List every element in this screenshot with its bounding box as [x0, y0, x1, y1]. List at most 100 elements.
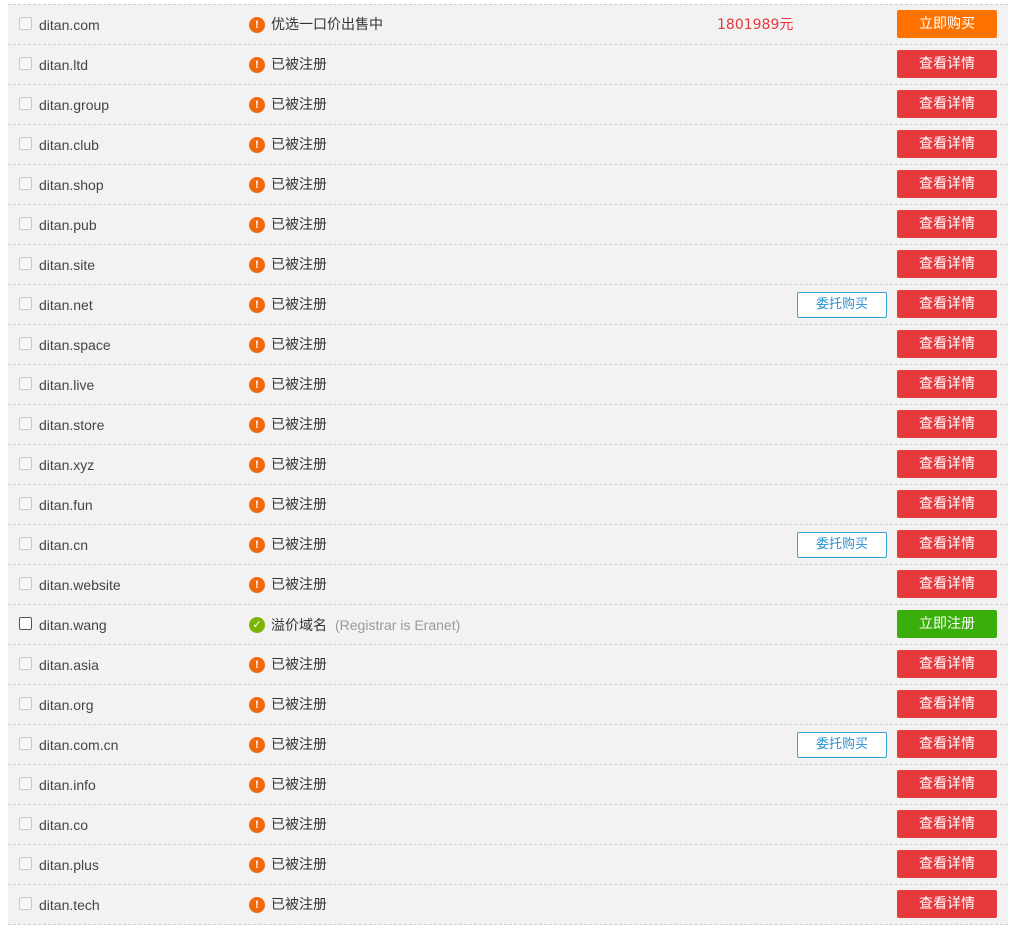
domain-name: ditan.group	[39, 97, 110, 113]
view-details-button[interactable]: 查看详情	[897, 370, 997, 398]
view-details-button[interactable]: 查看详情	[897, 890, 997, 918]
domain-name: ditan.site	[39, 257, 96, 273]
exclamation-icon: !	[249, 737, 265, 753]
select-checkbox[interactable]	[19, 857, 32, 870]
view-details-button[interactable]: 查看详情	[897, 810, 997, 838]
status-text: 已被注册	[271, 496, 327, 514]
select-checkbox[interactable]	[19, 257, 32, 270]
domain-result-list: ditan.com ! 优选一口价出售中 1801989元 立即购买 ditan…	[8, 4, 1008, 925]
domain-name: ditan.info	[39, 777, 96, 793]
status-text: 已被注册	[271, 536, 327, 554]
view-details-button[interactable]: 查看详情	[897, 730, 997, 758]
consign-buy-button[interactable]: 委托购买	[797, 292, 887, 318]
view-details-button[interactable]: 查看详情	[897, 650, 997, 678]
select-checkbox[interactable]	[19, 97, 32, 110]
select-checkbox[interactable]	[19, 57, 32, 70]
select-checkbox[interactable]	[19, 377, 32, 390]
view-details-button[interactable]: 查看详情	[897, 50, 997, 78]
domain-name: ditan.club	[39, 137, 99, 153]
domain-name: ditan.shop	[39, 177, 104, 193]
select-checkbox[interactable]	[19, 697, 32, 710]
domain-name: ditan.fun	[39, 497, 93, 513]
domain-row: ditan.com ! 优选一口价出售中 1801989元 立即购买	[8, 5, 1008, 45]
select-checkbox[interactable]	[19, 17, 32, 30]
view-details-button[interactable]: 查看详情	[897, 450, 997, 478]
select-checkbox[interactable]	[19, 337, 32, 350]
buy-now-button[interactable]: 立即购买	[897, 10, 997, 38]
status-label: 溢价域名	[271, 618, 327, 634]
domain-row: ditan.space ! 已被注册 查看详情	[8, 325, 1008, 365]
status-text: 已被注册	[271, 376, 327, 394]
exclamation-icon: !	[249, 417, 265, 433]
domain-row: ditan.org ! 已被注册 查看详情	[8, 685, 1008, 725]
status-label: 已被注册	[271, 857, 327, 873]
status-label: 已被注册	[271, 457, 327, 473]
select-checkbox[interactable]	[19, 817, 32, 830]
domain-name: ditan.space	[39, 337, 111, 353]
view-details-button[interactable]: 查看详情	[897, 530, 997, 558]
exclamation-icon: !	[249, 817, 265, 833]
select-checkbox[interactable]	[19, 537, 32, 550]
price-label: 1801989元	[717, 17, 794, 33]
exclamation-icon: !	[249, 217, 265, 233]
status-label: 已被注册	[271, 577, 327, 593]
status-text: 已被注册	[271, 576, 327, 594]
view-details-button[interactable]: 查看详情	[897, 770, 997, 798]
status-label: 已被注册	[271, 297, 327, 313]
status-text: 已被注册	[271, 336, 327, 354]
select-checkbox[interactable]	[19, 457, 32, 470]
view-details-button[interactable]: 查看详情	[897, 850, 997, 878]
status-text: 已被注册	[271, 896, 327, 914]
domain-name: ditan.com	[39, 17, 100, 33]
domain-name: ditan.co	[39, 817, 89, 833]
view-details-button[interactable]: 查看详情	[897, 250, 997, 278]
domain-name: ditan.plus	[39, 857, 99, 873]
select-checkbox[interactable]	[19, 737, 32, 750]
select-checkbox[interactable]	[19, 657, 32, 670]
domain-row: ditan.com.cn ! 已被注册 委托购买 查看详情	[8, 725, 1008, 765]
status-text: 已被注册	[271, 56, 327, 74]
select-checkbox[interactable]	[19, 897, 32, 910]
select-checkbox[interactable]	[19, 217, 32, 230]
select-checkbox[interactable]	[19, 497, 32, 510]
consign-buy-button[interactable]: 委托购买	[797, 732, 887, 758]
status-label: 已被注册	[271, 257, 327, 273]
view-details-button[interactable]: 查看详情	[897, 330, 997, 358]
domain-row: ditan.xyz ! 已被注册 查看详情	[8, 445, 1008, 485]
exclamation-icon: !	[249, 137, 265, 153]
status-label: 已被注册	[271, 417, 327, 433]
exclamation-icon: !	[249, 297, 265, 313]
domain-row: ditan.live ! 已被注册 查看详情	[8, 365, 1008, 405]
select-checkbox[interactable]	[19, 177, 32, 190]
select-checkbox[interactable]	[19, 577, 32, 590]
status-text: 已被注册	[271, 736, 327, 754]
domain-row: ditan.store ! 已被注册 查看详情	[8, 405, 1008, 445]
register-now-button[interactable]: 立即注册	[897, 610, 997, 638]
view-details-button[interactable]: 查看详情	[897, 410, 997, 438]
view-details-button[interactable]: 查看详情	[897, 130, 997, 158]
view-details-button[interactable]: 查看详情	[897, 570, 997, 598]
domain-row: ditan.ltd ! 已被注册 查看详情	[8, 45, 1008, 85]
select-checkbox[interactable]	[19, 777, 32, 790]
status-label: 已被注册	[271, 97, 327, 113]
select-checkbox[interactable]	[19, 297, 32, 310]
domain-row: ditan.co ! 已被注册 查看详情	[8, 805, 1008, 845]
domain-row: ditan.site ! 已被注册 查看详情	[8, 245, 1008, 285]
select-checkbox[interactable]	[19, 617, 32, 630]
view-details-button[interactable]: 查看详情	[897, 690, 997, 718]
consign-buy-button[interactable]: 委托购买	[797, 532, 887, 558]
select-checkbox[interactable]	[19, 137, 32, 150]
domain-row: ditan.shop ! 已被注册 查看详情	[8, 165, 1008, 205]
view-details-button[interactable]: 查看详情	[897, 90, 997, 118]
view-details-button[interactable]: 查看详情	[897, 290, 997, 318]
exclamation-icon: !	[249, 577, 265, 593]
status-text: 优选一口价出售中	[271, 16, 383, 34]
select-checkbox[interactable]	[19, 417, 32, 430]
view-details-button[interactable]: 查看详情	[897, 490, 997, 518]
status-text: 已被注册	[271, 216, 327, 234]
status-text: 已被注册	[271, 96, 327, 114]
view-details-button[interactable]: 查看详情	[897, 170, 997, 198]
domain-name: ditan.net	[39, 297, 93, 313]
domain-name: ditan.store	[39, 417, 105, 433]
view-details-button[interactable]: 查看详情	[897, 210, 997, 238]
